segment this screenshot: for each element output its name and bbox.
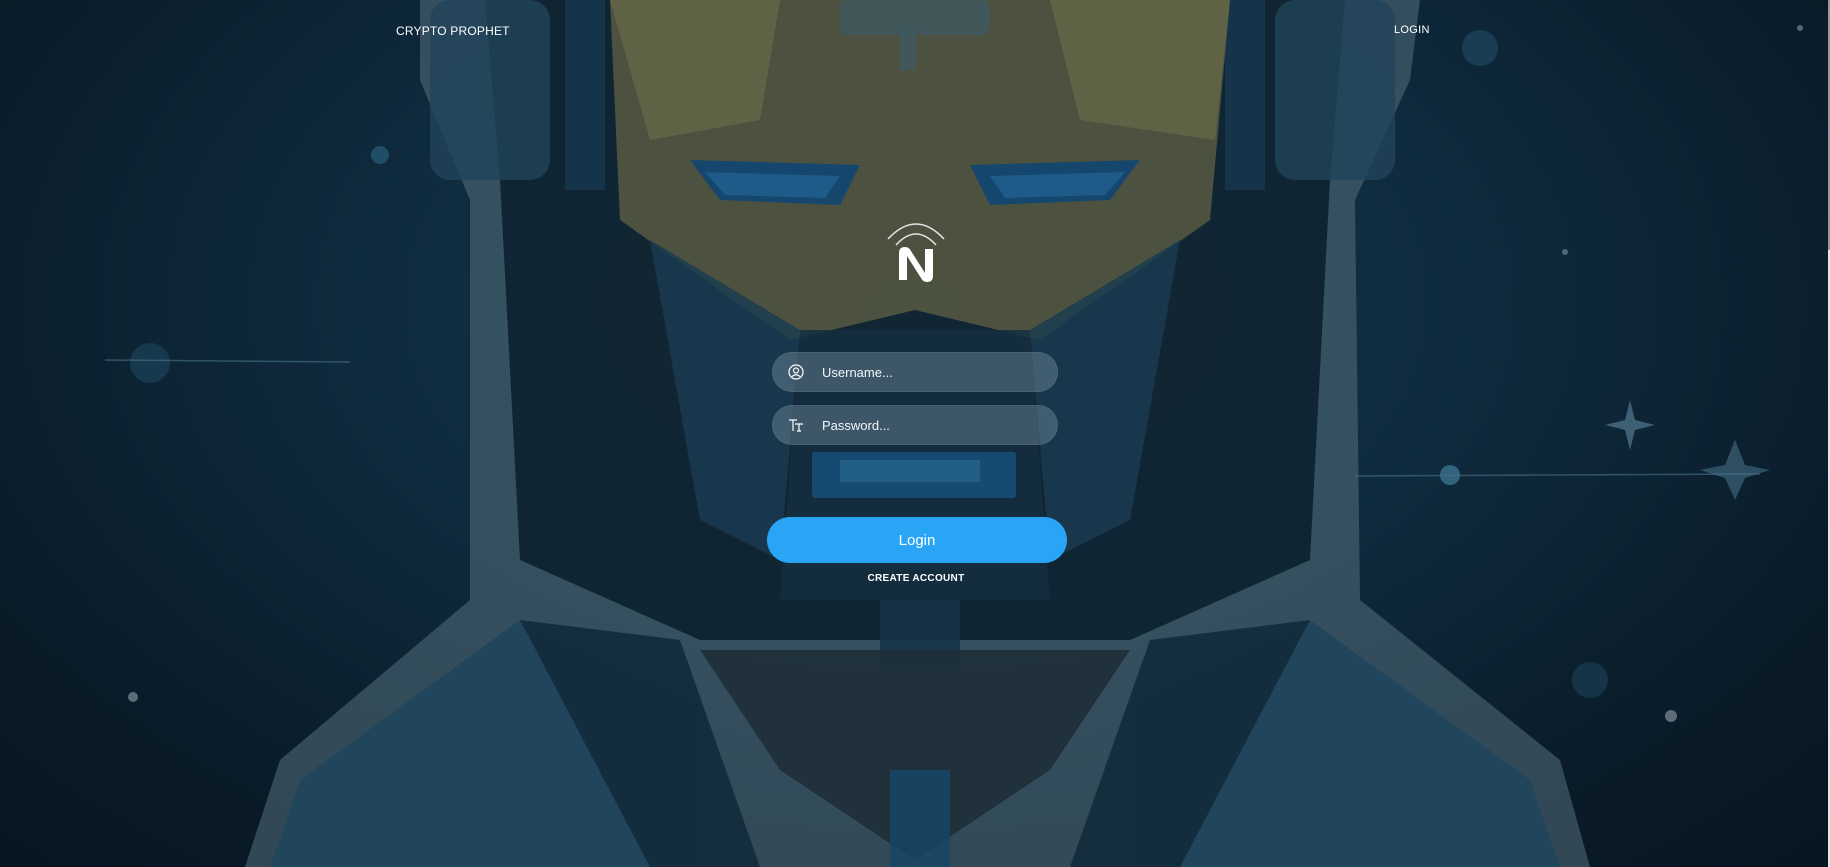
password-field <box>772 405 1058 445</box>
login-button[interactable]: Login <box>767 517 1067 563</box>
nav-login-link[interactable]: LOGIN <box>1394 24 1430 36</box>
app-logo <box>882 213 950 285</box>
text-type-icon <box>788 417 804 433</box>
username-field <box>772 352 1058 392</box>
password-input[interactable] <box>822 405 1042 445</box>
n-letter-icon <box>899 247 933 282</box>
signal-arcs-icon <box>887 223 945 246</box>
username-input[interactable] <box>822 352 1042 392</box>
brand-link[interactable]: CRYPTO PROPHET <box>396 24 510 38</box>
create-account-link[interactable]: CREATE ACCOUNT <box>816 573 1016 584</box>
user-circle-icon <box>788 364 804 380</box>
login-page: CRYPTO PROPHET LOGIN Username... Login C… <box>0 0 1828 867</box>
